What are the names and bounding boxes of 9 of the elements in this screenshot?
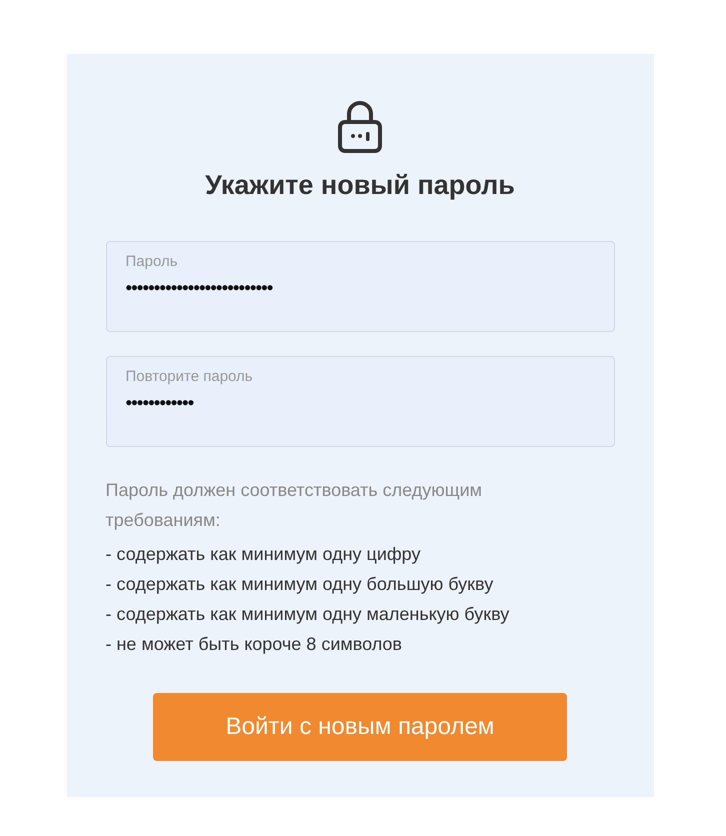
requirement-text: - содержать как минимум одну маленькую букву — [106, 603, 510, 626]
page-title: Укажите новый пароль — [204, 170, 516, 201]
requirement-text: - не может быть короче 8 символов — [106, 633, 403, 656]
requirements-hint: Пароль должен соответствовать следующим требованиям: — [106, 479, 484, 532]
password-field[interactable]: Повторите пароль •••••••••••• — [106, 356, 614, 447]
lock-icon — [337, 100, 383, 154]
password-field[interactable]: Пароль •••••••••••••••••••••••••• — [106, 241, 614, 332]
requirement-text: - содержать как минимум одну цифру — [106, 543, 422, 566]
requirement-text: - содержать как минимум одну большую букву — [106, 573, 494, 596]
